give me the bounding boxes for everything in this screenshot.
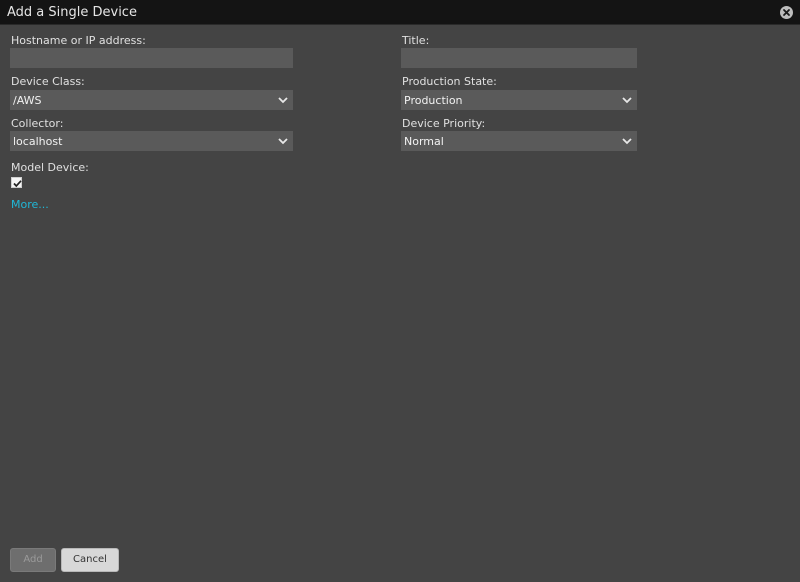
model-device-label: Model Device: <box>11 161 89 174</box>
device-priority-value: Normal <box>404 135 444 148</box>
hostname-field-wrapper <box>10 48 293 70</box>
device-class-select[interactable]: /AWS <box>10 90 293 110</box>
title-label: Title: <box>402 34 430 47</box>
chevron-down-icon <box>622 97 632 104</box>
checkmark-icon <box>13 180 22 188</box>
collector-select[interactable]: localhost <box>10 131 293 151</box>
collector-value: localhost <box>13 135 63 148</box>
chevron-down-icon <box>622 138 632 145</box>
dialog-titlebar: Add a Single Device <box>0 0 800 25</box>
hostname-label: Hostname or IP address: <box>11 34 146 47</box>
chevron-down-icon <box>278 138 288 145</box>
hostname-input[interactable] <box>10 49 293 70</box>
production-state-label: Production State: <box>402 75 497 88</box>
collector-label: Collector: <box>11 117 64 130</box>
close-icon <box>783 9 790 16</box>
title-input[interactable] <box>401 49 637 70</box>
add-device-dialog: Add a Single Device Hostname or IP addre… <box>0 0 800 582</box>
add-button[interactable]: Add <box>10 548 56 572</box>
device-class-value: /AWS <box>13 94 42 107</box>
model-device-checkbox[interactable] <box>11 177 22 188</box>
production-state-value: Production <box>404 94 463 107</box>
more-link[interactable]: More... <box>11 198 49 211</box>
dialog-title: Add a Single Device <box>7 5 137 20</box>
chevron-down-icon <box>278 97 288 104</box>
device-priority-select[interactable]: Normal <box>401 131 637 151</box>
close-button[interactable] <box>780 6 793 19</box>
title-field-wrapper <box>401 48 637 70</box>
device-class-label: Device Class: <box>11 75 85 88</box>
production-state-select[interactable]: Production <box>401 90 637 110</box>
cancel-button[interactable]: Cancel <box>61 548 119 572</box>
device-priority-label: Device Priority: <box>402 117 486 130</box>
